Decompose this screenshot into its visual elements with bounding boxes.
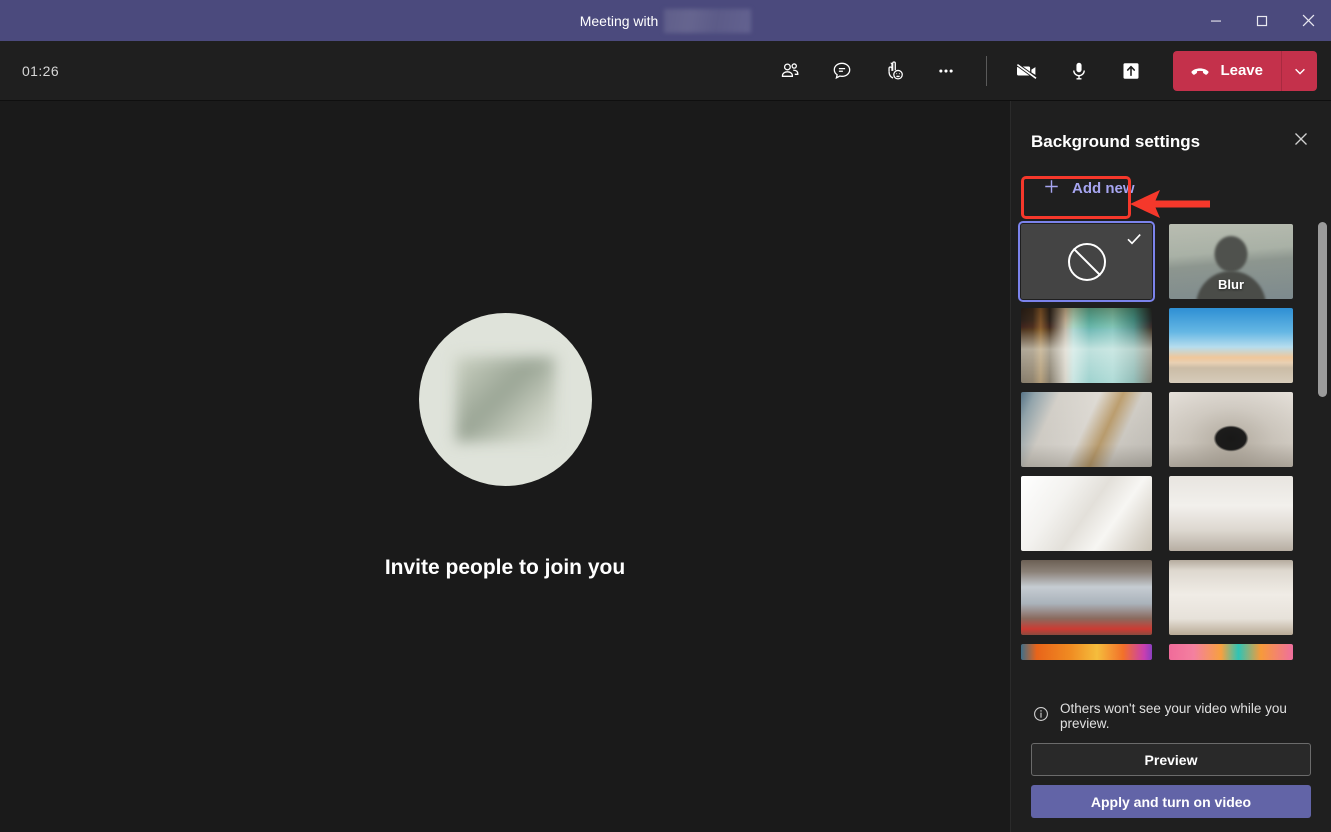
avatar — [419, 313, 592, 486]
add-new-label: Add new — [1072, 180, 1135, 197]
background-option-mirror-room[interactable] — [1169, 392, 1293, 467]
meeting-timer: 01:26 — [22, 63, 59, 79]
toolbar-divider — [986, 56, 987, 86]
add-new-button[interactable]: Add new — [1031, 168, 1151, 208]
share-content-icon[interactable] — [1110, 51, 1152, 91]
background-option-beach-tower[interactable] — [1169, 308, 1293, 383]
background-option-none[interactable] — [1021, 224, 1152, 299]
avatar-redacted-initials — [456, 357, 555, 442]
more-actions-icon[interactable] — [925, 51, 967, 91]
leave-button[interactable]: Leave — [1173, 51, 1281, 91]
leave-dropdown-chevron-down-icon[interactable] — [1281, 51, 1317, 91]
thumbnails-scrollbar-thumb[interactable] — [1318, 222, 1327, 397]
invite-people-text: Invite people to join you — [385, 556, 625, 580]
background-option-blur[interactable]: Blur — [1169, 224, 1293, 299]
no-background-icon — [1068, 243, 1106, 281]
apply-and-turn-on-video-button[interactable]: Apply and turn on video — [1031, 785, 1311, 818]
camera-off-icon[interactable] — [1006, 51, 1048, 91]
panel-footer: Others won't see your video while you pr… — [1011, 687, 1331, 832]
toolbar-actions — [764, 51, 1157, 91]
panel-header: Background settings — [1011, 101, 1331, 156]
preview-button-label: Preview — [1145, 752, 1198, 768]
apply-button-label: Apply and turn on video — [1091, 794, 1251, 810]
minimize-icon[interactable] — [1193, 0, 1239, 41]
meeting-body: Invite people to join you Background set… — [0, 101, 1331, 832]
leave-button-group: Leave — [1173, 51, 1317, 91]
blur-person-head — [1215, 236, 1248, 272]
background-option-city-loft-lounge[interactable] — [1021, 560, 1152, 635]
check-icon — [1125, 230, 1143, 253]
background-option-orange-spheres[interactable] — [1021, 644, 1152, 660]
add-new-row: Add new — [1011, 156, 1331, 218]
window-title: Meeting with — [0, 0, 1331, 41]
window-title-bar: Meeting with — [0, 0, 1331, 41]
thumbnails-scrollbar-track[interactable] — [1318, 220, 1327, 687]
panel-title: Background settings — [1031, 132, 1200, 152]
microphone-icon[interactable] — [1058, 51, 1100, 91]
meeting-title-text: Meeting with — [580, 13, 659, 29]
video-stage: Invite people to join you — [0, 101, 1010, 832]
background-option-pink-spheres[interactable] — [1169, 644, 1293, 660]
background-thumbnails-grid: Blur — [1011, 220, 1331, 660]
window-controls — [1193, 0, 1331, 41]
people-icon[interactable] — [769, 51, 811, 91]
redacted-participant-name — [664, 9, 751, 33]
blur-label: Blur — [1169, 277, 1293, 292]
background-option-white-gallery[interactable] — [1169, 476, 1293, 551]
panel-close-icon[interactable] — [1289, 127, 1313, 156]
preview-note: Others won't see your video while you pr… — [1031, 695, 1311, 743]
chat-icon[interactable] — [821, 51, 863, 91]
info-icon — [1033, 706, 1049, 727]
preview-button[interactable]: Preview — [1031, 743, 1311, 776]
teams-meeting-window: Meeting with 01:26 — [0, 0, 1331, 832]
background-option-office-lockers[interactable] — [1021, 308, 1152, 383]
background-settings-panel: Background settings Add new — [1010, 101, 1331, 832]
background-option-white-loft[interactable] — [1021, 476, 1152, 551]
plus-icon — [1043, 178, 1060, 199]
reactions-icon[interactable] — [873, 51, 915, 91]
meeting-toolbar: 01:26 — [0, 41, 1331, 101]
maximize-icon[interactable] — [1239, 0, 1285, 41]
background-option-white-room-window[interactable] — [1021, 392, 1152, 467]
preview-note-text: Others won't see your video while you pr… — [1060, 701, 1311, 731]
background-option-white-wall-plants[interactable] — [1169, 560, 1293, 635]
leave-button-label: Leave — [1220, 62, 1263, 79]
hangup-icon — [1189, 60, 1211, 82]
close-icon[interactable] — [1285, 0, 1331, 41]
background-thumbnails-scroll-area[interactable]: Blur — [1011, 218, 1331, 687]
